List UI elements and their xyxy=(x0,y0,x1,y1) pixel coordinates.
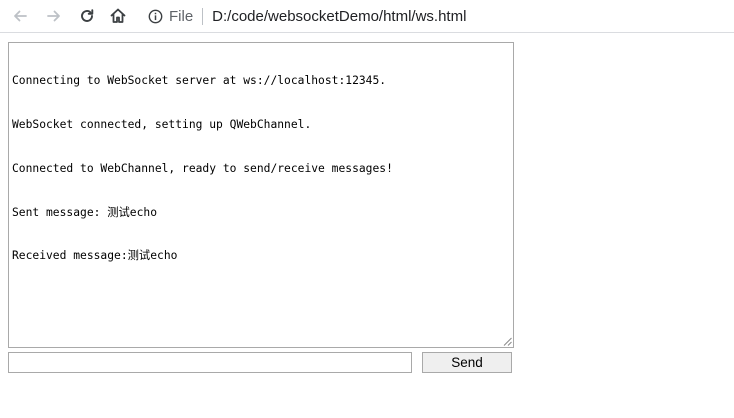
address-bar[interactable]: File D:/code/websocketDemo/html/ws.html xyxy=(148,5,466,27)
back-button[interactable] xyxy=(8,4,32,28)
address-divider xyxy=(202,7,204,25)
info-icon[interactable] xyxy=(148,9,163,24)
browser-toolbar: File D:/code/websocketDemo/html/ws.html xyxy=(0,0,734,33)
message-log-textarea[interactable]: Connecting to WebSocket server at ws://l… xyxy=(8,42,514,348)
log-line: WebSocket connected, setting up QWebChan… xyxy=(12,117,312,131)
reload-button[interactable] xyxy=(75,4,99,28)
log-line: Connecting to WebSocket server at ws://l… xyxy=(12,74,387,88)
reload-icon xyxy=(81,9,94,22)
log-line: Received message:测试echo xyxy=(12,249,178,263)
back-arrow-icon xyxy=(14,10,27,22)
forward-button[interactable] xyxy=(42,4,66,28)
scheme-label: File xyxy=(169,7,194,25)
message-input[interactable] xyxy=(8,352,412,373)
resize-grip-icon[interactable] xyxy=(503,337,512,346)
log-line: Connected to WebChannel, ready to send/r… xyxy=(12,161,393,175)
url-text[interactable]: D:/code/websocketDemo/html/ws.html xyxy=(212,8,466,25)
home-icon xyxy=(110,8,126,23)
forward-arrow-icon xyxy=(47,10,60,22)
log-line: Sent message: 测试echo xyxy=(12,205,158,219)
send-button[interactable]: Send xyxy=(422,352,512,373)
home-button[interactable] xyxy=(106,4,130,28)
